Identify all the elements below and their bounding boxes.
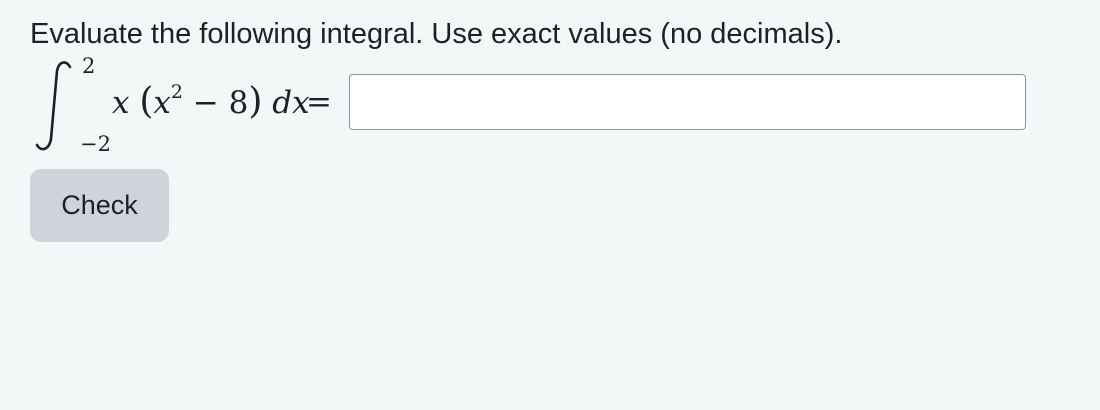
- exponent: 2: [170, 80, 183, 103]
- inner-rest: − 8: [182, 85, 249, 121]
- open-paren: (: [139, 81, 154, 122]
- close-paren: ): [248, 81, 263, 122]
- answer-input[interactable]: [349, 74, 1026, 130]
- equals-sign: =: [306, 84, 332, 120]
- integrand-x: x: [112, 85, 130, 121]
- integral-sign-icon: [35, 61, 72, 151]
- lower-limit: −2: [80, 132, 111, 156]
- integral-expression: 2 −2 x (x2 − 8) dx =: [30, 52, 350, 158]
- question-prompt: Evaluate the following integral. Use exa…: [30, 18, 843, 50]
- inner-variable: x: [153, 85, 171, 121]
- check-button[interactable]: Check: [30, 169, 169, 242]
- differential: dx: [272, 85, 310, 121]
- upper-limit: 2: [82, 54, 96, 78]
- integrand: x (x2 − 8) dx: [112, 80, 310, 125]
